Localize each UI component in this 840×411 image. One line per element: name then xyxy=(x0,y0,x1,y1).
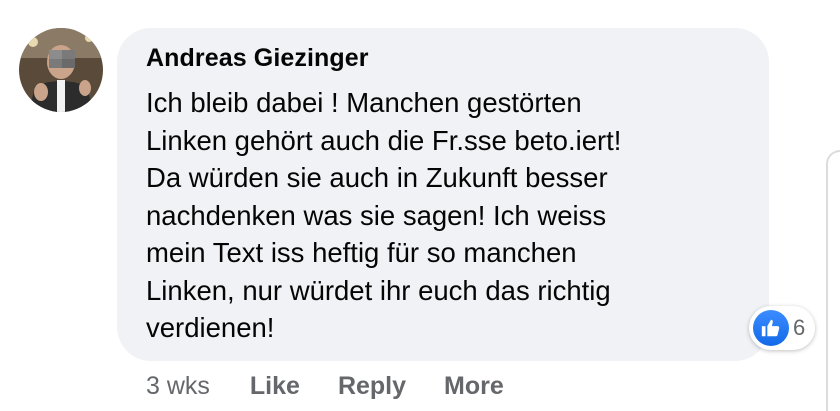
more-button[interactable]: More xyxy=(444,372,504,401)
reactions-summary[interactable]: 6 xyxy=(749,306,816,350)
comment-screen: Andreas Giezinger Ich bleib dabei ! Manc… xyxy=(0,0,840,411)
comment-bubble: Andreas Giezinger Ich bleib dabei ! Manc… xyxy=(117,28,769,361)
like-button[interactable]: Like xyxy=(250,372,300,401)
comment-actions: 3 wks Like Reply More xyxy=(146,372,542,401)
avatar-photo xyxy=(19,28,103,112)
comment-timestamp[interactable]: 3 wks xyxy=(146,372,210,401)
reaction-count: 6 xyxy=(793,315,806,340)
comment-author[interactable]: Andreas Giezinger xyxy=(146,44,369,73)
comment-text: Ich bleib dabei ! Manchen gestörten Link… xyxy=(146,87,622,343)
reply-button[interactable]: Reply xyxy=(338,372,406,401)
thread-divider xyxy=(826,150,840,411)
like-thumb-icon xyxy=(753,310,789,346)
avatar[interactable] xyxy=(19,28,103,112)
